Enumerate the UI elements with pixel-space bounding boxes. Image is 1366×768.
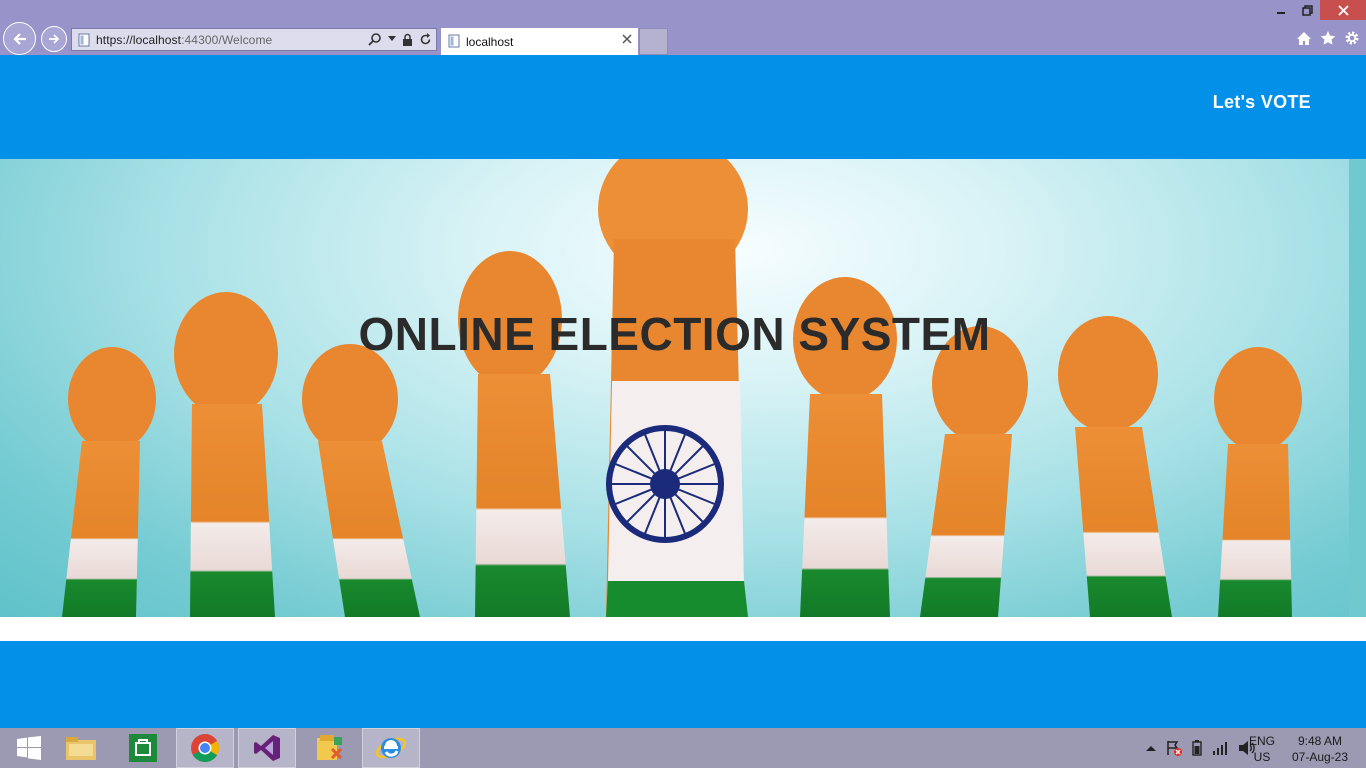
- fist-3: [302, 344, 420, 617]
- restore-button[interactable]: [1294, 0, 1320, 20]
- lock-icon[interactable]: [402, 33, 413, 46]
- folder-icon: [66, 737, 96, 760]
- clock[interactable]: 9:48 AM 07-Aug-23: [1289, 733, 1351, 765]
- hero-title: ONLINE ELECTION SYSTEM: [0, 307, 1349, 361]
- close-icon[interactable]: [621, 33, 633, 45]
- arrow-left-icon: [12, 32, 26, 45]
- close-window-button[interactable]: [1320, 0, 1366, 20]
- language-code: ENG: [1249, 734, 1276, 748]
- network-signal-icon[interactable]: [1212, 741, 1228, 755]
- taskbar: ENG US 9:48 AM 07-Aug-23: [0, 728, 1366, 768]
- taskbar-internet-explorer[interactable]: [362, 728, 420, 768]
- refresh-icon[interactable]: [419, 32, 432, 46]
- new-tab-button[interactable]: [639, 28, 668, 55]
- forward-button[interactable]: [41, 26, 67, 52]
- clock-date: 07-Aug-23: [1291, 750, 1349, 764]
- home-icon[interactable]: [1296, 31, 1312, 46]
- taskbar-file-explorer[interactable]: [52, 728, 110, 768]
- taskbar-chrome[interactable]: [176, 728, 234, 768]
- gear-icon[interactable]: [1344, 30, 1360, 46]
- back-button[interactable]: [3, 22, 36, 55]
- url-path: :44300/Welcome: [181, 33, 273, 47]
- chrome-icon: [191, 734, 219, 762]
- show-hidden-icons-icon[interactable]: [1146, 744, 1156, 752]
- brand-link[interactable]: Let's VOTE: [1213, 92, 1311, 113]
- hero-image: ONLINE ELECTION SYSTEM: [0, 159, 1349, 617]
- hero-title-text: ONLINE ELECTION SYSTEM: [358, 308, 991, 360]
- region-code: US: [1253, 750, 1271, 764]
- page-icon: [448, 34, 460, 48]
- battery-icon[interactable]: [1192, 740, 1202, 756]
- address-bar[interactable]: https://localhost:44300/Welcome: [71, 28, 437, 51]
- close-icon: [1337, 4, 1349, 16]
- search-icon[interactable]: [368, 32, 382, 46]
- hero-section: ONLINE ELECTION SYSTEM: [0, 159, 1366, 641]
- fist-9: [1214, 347, 1302, 617]
- taskbar-store[interactable]: [114, 728, 172, 768]
- restore-icon: [1301, 4, 1313, 16]
- favorites-star-icon[interactable]: [1320, 30, 1336, 46]
- center-fist: [598, 159, 748, 617]
- system-tray: [1146, 728, 1256, 768]
- raised-fists-illustration: [62, 159, 1302, 617]
- internet-explorer-icon: [375, 737, 407, 759]
- dropdown-arrow-icon[interactable]: [388, 36, 396, 42]
- start-button[interactable]: [0, 728, 58, 768]
- page-icon: [78, 33, 90, 47]
- action-center-flag-icon[interactable]: [1166, 740, 1182, 756]
- fist-4: [458, 251, 570, 617]
- tab-title: localhost: [466, 35, 514, 49]
- windows-logo-icon: [17, 736, 41, 760]
- minimize-icon: [1277, 12, 1285, 14]
- window-controls: [1268, 0, 1366, 20]
- fist-1: [62, 347, 156, 617]
- fist-7: [920, 326, 1028, 617]
- taskbar-file-manager[interactable]: [300, 728, 358, 768]
- clock-time: 9:48 AM: [1297, 734, 1343, 748]
- web-page: Let's VOTE ONLINE ELECTION SYSTEM: [0, 55, 1366, 728]
- site-header: Let's VOTE: [0, 55, 1366, 159]
- hero-image-edge: [1349, 159, 1366, 617]
- browser-chrome: https://localhost:44300/Welcome localhos…: [0, 0, 1366, 55]
- visual-studio-icon: [254, 735, 280, 761]
- browser-tab[interactable]: localhost: [441, 28, 638, 55]
- url-text[interactable]: https://localhost:44300/Welcome: [96, 33, 272, 47]
- taskbar-visual-studio[interactable]: [238, 728, 296, 768]
- input-language[interactable]: ENG US: [1249, 733, 1275, 765]
- url-host: https://localhost: [96, 33, 182, 47]
- store-icon: [129, 734, 157, 762]
- fist-8: [1058, 316, 1172, 617]
- arrow-right-icon: [49, 34, 60, 44]
- file-manager-icon: [317, 735, 343, 760]
- minimize-button[interactable]: [1268, 0, 1294, 20]
